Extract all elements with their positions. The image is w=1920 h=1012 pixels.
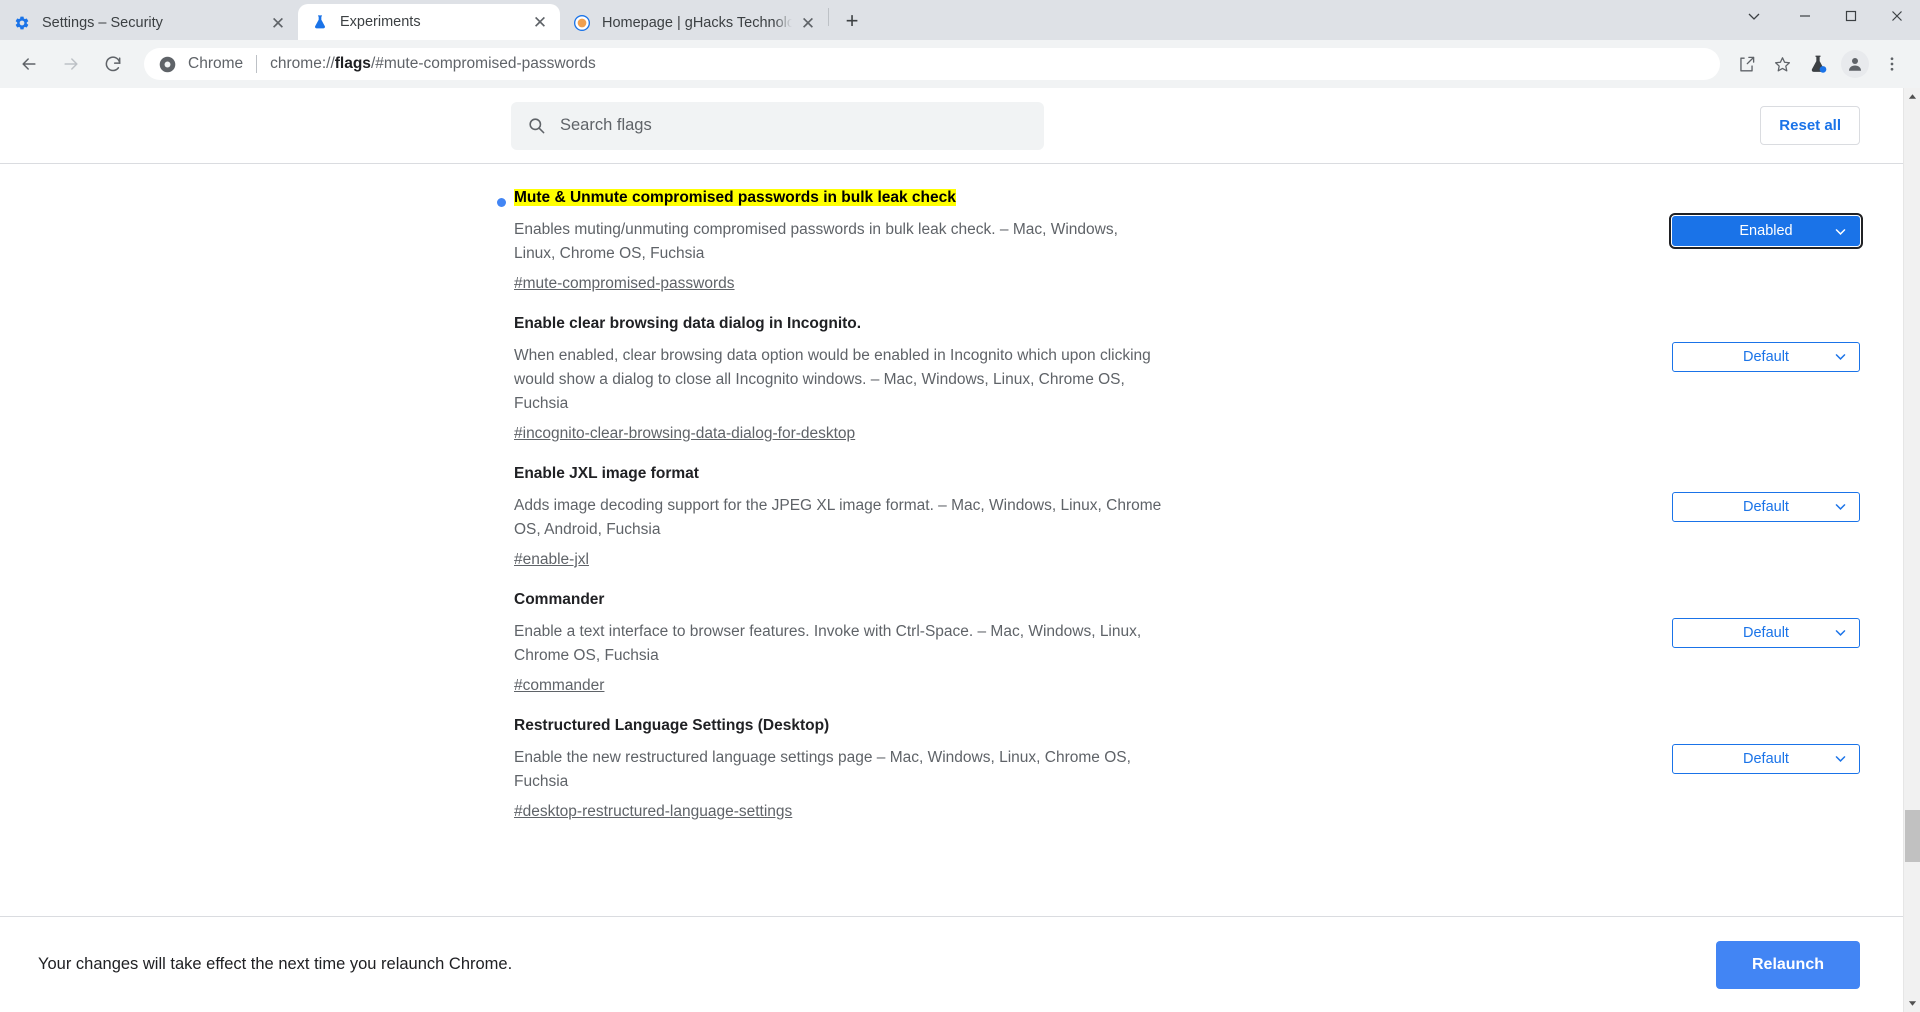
tab-title: Experiments: [340, 14, 421, 30]
tab-close-button[interactable]: ✕: [796, 11, 820, 35]
flag-state-select[interactable]: Default: [1672, 617, 1860, 648]
maximize-icon[interactable]: [1828, 0, 1874, 32]
flag-state-control: Default: [1672, 590, 1860, 648]
flag-row: Mute & Unmute compromised passwords in b…: [0, 188, 1920, 293]
flag-state-select[interactable]: Default: [1672, 341, 1860, 372]
scroll-up-arrow-icon[interactable]: [1904, 88, 1920, 105]
tab-separator: [828, 7, 829, 26]
chevron-down-icon: [1834, 350, 1847, 363]
page-scrollbar[interactable]: [1903, 88, 1920, 1012]
chevron-down-icon: [1834, 500, 1847, 513]
back-arrow-icon[interactable]: [11, 46, 47, 82]
flag-anchor-link[interactable]: #mute-compromised-passwords: [514, 275, 735, 293]
relaunch-bar: Your changes will take effect the next t…: [0, 916, 1920, 1012]
flags-list: Mute & Unmute compromised passwords in b…: [0, 164, 1920, 821]
new-tab-button[interactable]: +: [835, 4, 869, 38]
tab-close-button[interactable]: ✕: [266, 11, 290, 35]
tab-title: Homepage | gHacks Technology: [602, 15, 792, 31]
flask-icon: [312, 14, 328, 30]
flag-state-value: Default: [1743, 348, 1789, 365]
tab-settings-security[interactable]: Settings – Security ✕: [0, 6, 298, 40]
omnibox-scheme-label: Chrome: [188, 55, 244, 72]
flag-info: Enable JXL image format Adds image decod…: [497, 464, 1162, 569]
chevron-down-icon: [1834, 626, 1847, 639]
flags-page: Reset all Mute & Unmute compromised pass…: [0, 88, 1920, 1012]
flag-description: Enable a text interface to browser featu…: [514, 622, 1142, 664]
ghacks-icon: [574, 15, 590, 31]
url-prefix: chrome://: [270, 55, 335, 72]
flag-info: Enable clear browsing data dialog in Inc…: [497, 314, 1162, 443]
more-menu-icon[interactable]: [1874, 46, 1910, 82]
flag-anchor-link[interactable]: #desktop-restructured-language-settings: [514, 803, 792, 821]
flag-state-select[interactable]: Enabled: [1669, 213, 1863, 249]
url-emphasis: flags: [334, 55, 371, 72]
flag-title: Commander: [514, 590, 605, 608]
flag-description: When enabled, clear browsing data option…: [514, 346, 1151, 412]
window-controls: [1726, 0, 1920, 40]
close-icon[interactable]: [1874, 0, 1920, 32]
flag-state-value: Default: [1743, 498, 1789, 515]
omnibox-divider: [256, 55, 258, 73]
search-input[interactable]: [560, 116, 1028, 135]
flag-row: Commander Enable a text interface to bro…: [0, 590, 1920, 695]
chrome-logo-icon: [158, 55, 176, 73]
flag-info: Restructured Language Settings (Desktop)…: [497, 716, 1162, 821]
search-flags-box[interactable]: [511, 101, 1044, 150]
address-bar[interactable]: Chrome chrome://flags/#mute-compromised-…: [144, 48, 1720, 80]
tab-close-button[interactable]: ✕: [528, 10, 552, 34]
bookmark-star-icon[interactable]: [1764, 46, 1800, 82]
flag-description: Enables muting/unmuting compromised pass…: [514, 220, 1118, 262]
flag-info: Mute & Unmute compromised passwords in b…: [497, 188, 1162, 293]
toolbar-actions: [1728, 46, 1910, 82]
forward-arrow-icon[interactable]: [53, 46, 89, 82]
flag-state-value: Default: [1743, 624, 1789, 641]
flag-row: Enable JXL image format Adds image decod…: [0, 464, 1920, 569]
flag-title: Enable JXL image format: [514, 464, 699, 482]
flag-state-value: Default: [1743, 750, 1789, 767]
flag-anchor-link[interactable]: #commander: [514, 677, 604, 695]
relaunch-button[interactable]: Relaunch: [1715, 940, 1860, 989]
tab-title: Settings – Security: [42, 15, 163, 31]
url-suffix: /#mute-compromised-passwords: [370, 55, 596, 72]
flag-title: Mute & Unmute compromised passwords in b…: [514, 189, 956, 206]
minimize-icon[interactable]: [1782, 0, 1828, 32]
reset-all-button[interactable]: Reset all: [1760, 106, 1860, 145]
profile-avatar-icon[interactable]: [1841, 50, 1869, 78]
gear-icon: [14, 15, 30, 31]
tab-ghacks-homepage[interactable]: Homepage | gHacks Technology ✕: [560, 6, 828, 40]
scroll-down-arrow-icon[interactable]: [1904, 995, 1920, 1012]
search-icon: [527, 116, 546, 135]
flag-description: Adds image decoding support for the JPEG…: [514, 496, 1162, 538]
flag-state-value: Enabled: [1739, 223, 1793, 239]
flag-state-select[interactable]: Default: [1672, 491, 1860, 522]
flag-info: Commander Enable a text interface to bro…: [497, 590, 1162, 695]
flag-row: Enable clear browsing data dialog in Inc…: [0, 314, 1920, 443]
flag-new-indicator-dot: [497, 198, 506, 207]
flag-row: Restructured Language Settings (Desktop)…: [0, 716, 1920, 821]
omnibox-url: chrome://flags/#mute-compromised-passwor…: [270, 55, 596, 73]
flag-state-select[interactable]: Default: [1672, 743, 1860, 774]
chevron-down-icon: [1834, 225, 1847, 238]
chevron-down-icon: [1834, 752, 1847, 765]
chevron-down-icon[interactable]: [1726, 0, 1782, 32]
flags-search-header: Reset all: [0, 88, 1920, 164]
flag-state-control: Default: [1672, 716, 1860, 774]
flag-state-control: Enabled: [1669, 188, 1863, 249]
relaunch-message: Your changes will take effect the next t…: [38, 955, 513, 973]
flag-state-control: Default: [1672, 314, 1860, 372]
share-icon[interactable]: [1728, 46, 1764, 82]
reload-icon[interactable]: [95, 46, 131, 82]
experiments-flask-icon[interactable]: [1800, 46, 1836, 82]
tab-strip: Settings – Security ✕ Experiments ✕ Home…: [0, 0, 1920, 40]
flag-title: Restructured Language Settings (Desktop): [514, 716, 830, 734]
flag-title: Enable clear browsing data dialog in Inc…: [514, 314, 862, 332]
browser-toolbar: Chrome chrome://flags/#mute-compromised-…: [0, 40, 1920, 88]
flag-anchor-link[interactable]: #incognito-clear-browsing-data-dialog-fo…: [514, 425, 855, 443]
flag-anchor-link[interactable]: #enable-jxl: [514, 551, 589, 569]
tab-experiments[interactable]: Experiments ✕: [298, 4, 560, 40]
scrollbar-thumb[interactable]: [1905, 810, 1920, 862]
flag-description: Enable the new restructured language set…: [514, 748, 1131, 790]
flag-state-control: Default: [1672, 464, 1860, 522]
